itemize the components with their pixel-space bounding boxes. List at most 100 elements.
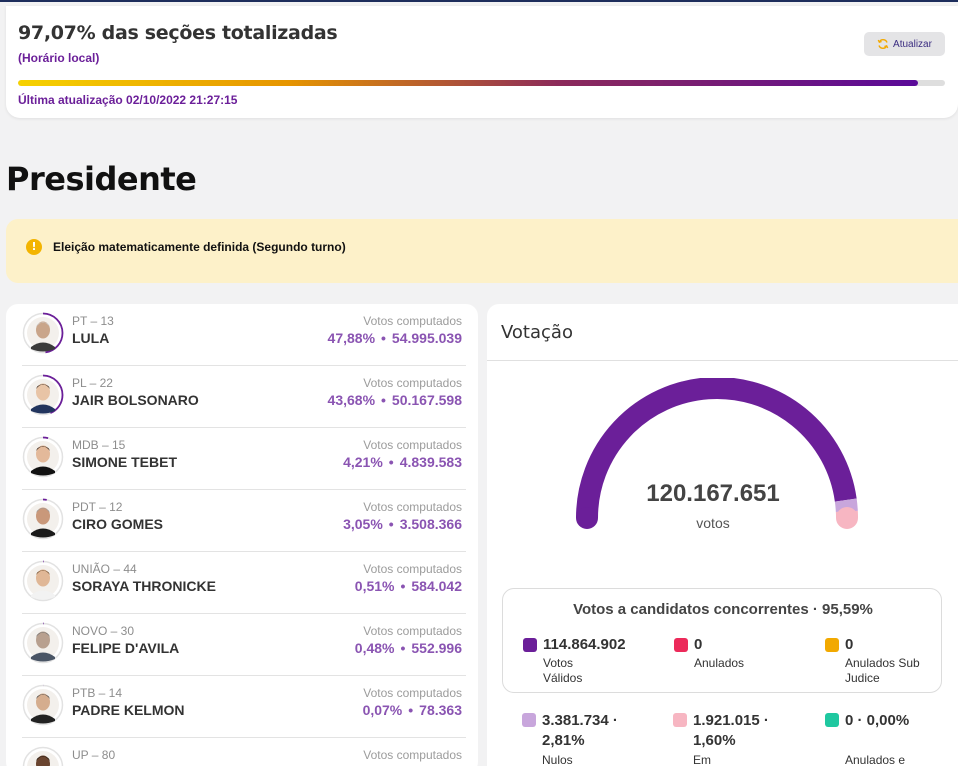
candidate-party: UP – 80 (72, 748, 116, 762)
candidate-result: 43,68% • 50.167.598 (328, 392, 462, 408)
totalization-title: 97,07% das seções totalizadas (18, 22, 338, 44)
candidate-name: FELIPE D'AVILA (72, 640, 180, 656)
candidate-photo (22, 746, 64, 766)
refresh-label: Atualizar (893, 38, 932, 50)
last-update: Última atualização 02/10/2022 21:27:15 (18, 93, 238, 107)
stat-label: Anulados (694, 656, 745, 670)
candidate-photo (22, 374, 64, 416)
stat-value: 0 · 0,00% (845, 712, 910, 729)
candidate-row[interactable]: PTB – 14 PADRE KELMON Votos computados 0,07… (22, 676, 466, 738)
stat-value: 3.381.734 · 2,81% (542, 712, 618, 749)
competing-votes-box: Votos a candidatos concorrentes · 95,59%… (502, 588, 942, 693)
separator-dot: • (388, 454, 394, 470)
total-votes: 120.167.651 (646, 480, 780, 507)
votes-computed-label: Votos computados (363, 748, 462, 762)
divider (487, 360, 958, 361)
stat-label: Anulados Sub Judice (845, 656, 920, 685)
votes-computed-label: Votos computados (363, 438, 462, 452)
separator-dot: • (408, 702, 414, 718)
candidate-percent: 4,21% (343, 454, 383, 470)
candidate-percent: 0,07% (362, 702, 403, 718)
refresh-button[interactable]: Atualizar (864, 32, 945, 56)
votes-computed-label: Votos computados (363, 686, 462, 700)
top-border (0, 0, 958, 2)
valid-votes-swatch (523, 638, 537, 652)
candidate-photo (22, 436, 64, 478)
candidate-photo (22, 560, 64, 602)
candidate-row[interactable]: MDB – 15 SIMONE TEBET Votos computados 4,21… (22, 428, 466, 490)
totalization-progress-fill (18, 80, 918, 86)
candidate-photo (22, 622, 64, 664)
candidate-name: PADRE KELMON (72, 702, 185, 718)
votes-computed-label: Votos computados (363, 624, 462, 638)
votes-computed-label: Votos computados (363, 314, 462, 328)
candidate-photo (22, 498, 64, 540)
candidate-result: 0,07% • 78.363 (363, 702, 462, 718)
separator-dot: • (400, 640, 406, 656)
totalization-progress-bar (18, 80, 945, 86)
totalization-status-card: 97,07% das seções totalizadas (Horário l… (6, 6, 958, 118)
candidate-percent: 47,88% (327, 330, 376, 346)
votes-computed-label: Votos computados (363, 562, 462, 576)
stat-label: Em Branco (693, 753, 711, 766)
candidate-name: LULA (72, 330, 110, 346)
candidate-result: 4,21% • 4.839.583 (343, 454, 462, 470)
candidate-row[interactable]: PL – 22 JAIR BOLSONARO Votos computados 43,… (22, 366, 466, 428)
separator-dot: • (388, 516, 394, 532)
competing-votes-title: Votos a candidatos concorrentes · 95,59% (573, 601, 873, 618)
annulled-sub-judice-swatch (825, 638, 839, 652)
candidate-name: JAIR BOLSONARO (72, 392, 199, 408)
candidate-party: PT – 13 (72, 314, 114, 328)
candidate-percent: 0,48% (354, 640, 395, 656)
separator-dot: • (400, 578, 406, 594)
candidate-photo (22, 684, 64, 726)
stat-label: Nulos (542, 753, 573, 766)
candidate-result: 0,51% • 584.042 (355, 578, 462, 594)
stat-value: 1.921.015 · 1,60% (693, 712, 769, 749)
candidate-party: PDT – 12 (72, 500, 123, 514)
candidates-list: PT – 13 LULA Votos computados 47,88% • 54.995… (6, 304, 478, 766)
refresh-icon (877, 39, 889, 49)
total-votes-unit: votos (696, 515, 730, 531)
page-title: Presidente (6, 160, 197, 198)
annulled-swatch (674, 638, 688, 652)
stat-value: 0 (845, 636, 854, 653)
candidate-name: SIMONE TEBET (72, 454, 178, 470)
nulls-swatch (522, 713, 536, 727)
candidate-row[interactable]: UP – 80 Votos computados (22, 738, 466, 766)
annulled-separate-swatch (825, 713, 839, 727)
votacao-card: Votação 120.167.651 votos Votos a candid… (487, 304, 958, 766)
separator-dot: • (381, 392, 386, 408)
candidate-result: 47,88% • 54.995.039 (328, 330, 462, 346)
separator-dot: • (381, 330, 386, 346)
candidate-row[interactable]: PT – 13 LULA Votos computados 47,88% • 54.995… (22, 304, 466, 366)
local-time-note: (Horário local) (18, 51, 100, 65)
stat-label: Anulados e apurados em separado (845, 753, 906, 766)
alert-text: Eleição matematicamente definida (Segund… (53, 240, 346, 254)
votes-computed-label: Votos computados (363, 376, 462, 390)
blank-swatch (673, 713, 687, 727)
candidate-row[interactable]: NOVO – 30 FELIPE D'AVILA Votos computados 0… (22, 614, 466, 676)
candidate-result: 0,48% • 552.996 (355, 640, 462, 656)
stat-label: Votos Válidos (543, 656, 583, 685)
candidate-party: MDB – 15 (72, 438, 126, 452)
candidate-party: PTB – 14 (72, 686, 123, 700)
candidate-name: CIRO GOMES (72, 516, 164, 532)
candidate-votes: 584.042 (411, 578, 462, 594)
election-defined-alert: ! Eleição matematicamente definida (Segu… (6, 219, 958, 283)
candidate-votes: 552.996 (411, 640, 462, 656)
votes-computed-label: Votos computados (363, 500, 462, 514)
candidate-party: PL – 22 (72, 376, 113, 390)
stat-value: 114.864.902 (543, 636, 626, 653)
candidate-percent: 43,68% (327, 392, 376, 408)
candidate-votes: 78.363 (419, 702, 462, 718)
candidate-party: UNIÃO – 44 (72, 562, 137, 576)
candidate-votes: 50.167.598 (391, 392, 462, 408)
candidate-percent: 3,05% (343, 516, 383, 532)
candidate-row[interactable]: UNIÃO – 44 SORAYA THRONICKE Votos computad… (22, 552, 466, 614)
candidate-votes: 54.995.039 (391, 330, 462, 346)
candidate-party: NOVO – 30 (72, 624, 135, 638)
stat-value: 0 (694, 636, 703, 653)
candidate-result: 3,05% • 3.508.366 (343, 516, 462, 532)
candidate-row[interactable]: PDT – 12 CIRO GOMES Votos computados 3,05% •… (22, 490, 466, 552)
